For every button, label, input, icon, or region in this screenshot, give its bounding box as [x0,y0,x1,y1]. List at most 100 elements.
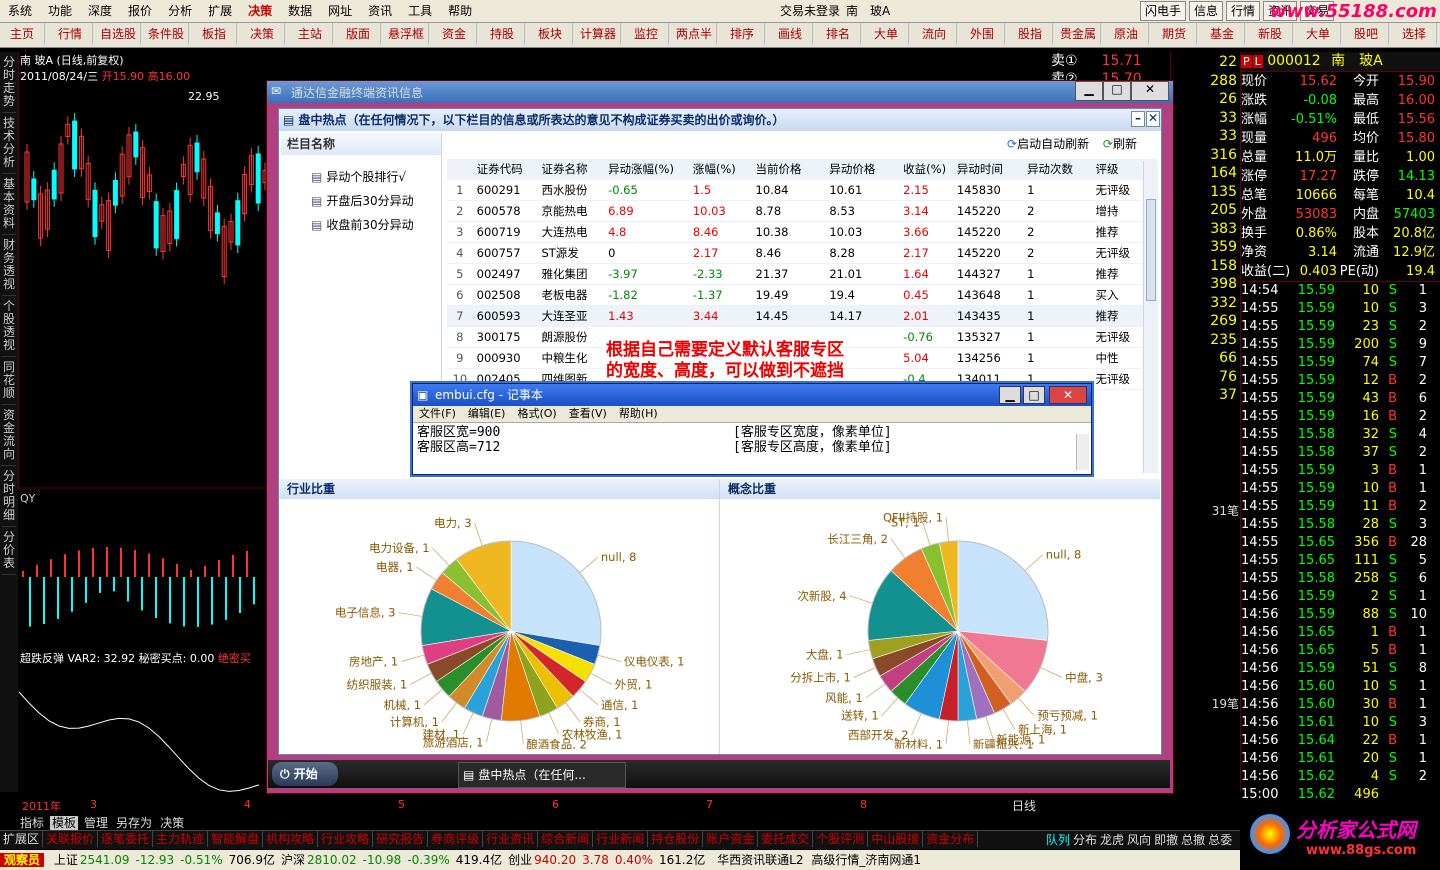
toolbar-item-10[interactable]: 持股 [480,23,525,45]
notepad-minimize-button[interactable]: ▁ [999,386,1021,404]
chart-tab-1[interactable]: 模板 [50,816,79,830]
column-header[interactable]: 异动次数 [1023,159,1092,180]
toolbar-item-26[interactable]: 新股 [1248,23,1293,45]
right-tab-5[interactable]: 总撤 [1181,833,1205,847]
notepad-menu-item-0[interactable]: 文件(F) [419,407,456,420]
toolbar-item-15[interactable]: 排序 [720,23,765,45]
column-header[interactable]: 收益(%) [899,159,953,180]
bottom-tab-1[interactable]: 关联报价 [43,831,99,847]
vertical-tab-0[interactable]: 分时走势 [2,52,16,113]
toolbar-item-22[interactable]: 贵金属 [1056,23,1101,45]
notepad-menu-item-1[interactable]: 编辑(E) [468,407,506,420]
start-button[interactable]: ⏻ 开始 [272,762,338,786]
menu-item-11[interactable]: 帮助 [440,0,480,22]
toolbar-item-0[interactable]: 主页 [0,23,45,45]
column-header[interactable]: 涨幅(%) [688,159,752,180]
chart-tab-4[interactable]: 决策 [158,816,186,830]
index-quote-0[interactable]: 上证 2541.09 -12.93 -0.51% 706.9亿 [54,853,275,867]
bottom-tab-17[interactable]: 资金分布 [923,831,979,847]
toolbar-item-13[interactable]: 监控 [624,23,669,45]
menu-item-2[interactable]: 深度 [80,0,120,22]
menu-item-8[interactable]: 网址 [320,0,360,22]
task-item[interactable]: ▤ 盘中热点（在任何... [458,762,626,788]
table-row[interactable]: 2 600578 京能热电 6.89 10.03 8.78 8.53 3.14 145220 2 增… [447,200,1157,222]
bottom-tab-2[interactable]: 逐笔委托 [98,831,154,847]
notepad-maximize-button[interactable]: □ [1023,386,1045,404]
vertical-tab-2[interactable]: 基本资料 [2,174,16,235]
header-button-1[interactable]: 信息 [1189,1,1224,21]
toolbar-item-5[interactable]: 决策 [240,23,285,45]
toolbar-item-27[interactable]: 大单 [1296,23,1341,45]
vertical-tab-4[interactable]: 个股透视 [2,296,16,357]
toolbar-item-16[interactable]: 画线 [768,23,813,45]
vertical-tab-7[interactable]: 分时明细 [2,466,16,527]
toolbar-item-19[interactable]: 流向 [912,23,957,45]
auto-refresh-button[interactable]: 启动自动刷新 [1017,137,1089,151]
bottom-tab-4[interactable]: 智能解盘 [208,831,264,847]
menu-item-7[interactable]: 数据 [280,0,320,22]
bottom-tab-14[interactable]: 委托成交 [758,831,814,847]
bottom-tab-11[interactable]: 行业新闻 [593,831,649,847]
menu-item-6[interactable]: 决策 [240,0,280,22]
menu-item-0[interactable]: 系统 [0,0,40,22]
menu-item-5[interactable]: 扩展 [200,0,240,22]
refresh-button[interactable]: 刷新 [1113,137,1137,151]
vertical-tab-1[interactable]: 技术分析 [2,113,16,174]
bottom-tab-16[interactable]: 中山股搜 [868,831,924,847]
table-row[interactable]: 6 002508 老板电器 -1.82 -1.37 19.49 19.4 0.45 143648… [447,284,1157,306]
toolbar-item-8[interactable]: 悬浮框 [384,23,429,45]
vertical-tab-8[interactable]: 分价表 [2,527,16,575]
bottom-tab-5[interactable]: 机构攻略 [263,831,319,847]
right-tab-0[interactable]: 队列 [1046,833,1070,847]
panel-minimize-button[interactable]: – [1131,111,1145,127]
toolbar-item-24[interactable]: 期货 [1152,23,1197,45]
toolbar-item-6[interactable]: 主站 [288,23,333,45]
nav-item-0[interactable]: ▤ 异动个股排行√ [311,165,441,189]
vertical-tab-5[interactable]: 同花顺 [2,357,16,405]
column-header[interactable]: 异动价格 [825,159,900,180]
bottom-tab-7[interactable]: 研究报告 [373,831,429,847]
toolbar-item-21[interactable]: 股指 [1008,23,1053,45]
bottom-tab-0[interactable]: 扩展区 [0,831,44,847]
menu-item-1[interactable]: 功能 [40,0,80,22]
column-header[interactable]: 证券代码 [472,159,538,180]
nav-item-2[interactable]: ▤ 收盘前30分异动 [311,213,441,237]
toolbar-item-3[interactable]: 条件股 [144,23,189,45]
notepad-menu-item-2[interactable]: 格式(O) [517,407,556,420]
bottom-tab-3[interactable]: 主力轨迹 [153,831,209,847]
column-header[interactable]: 当前价格 [751,159,826,180]
header-button-2[interactable]: 行情 [1226,1,1261,21]
bottom-tab-9[interactable]: 行业资讯 [483,831,539,847]
column-header[interactable]: 异动涨幅(%) [604,159,689,180]
toolbar-item-20[interactable]: 外围 [960,23,1005,45]
index-quote-2[interactable]: 创业 940.20 3.78 0.40% 161.2亿 [508,853,705,867]
toolbar-item-9[interactable]: 资金 [432,23,477,45]
nav-item-1[interactable]: ▤ 开盘后30分异动 [311,189,441,213]
minimize-button[interactable]: ▁ [1075,81,1103,101]
toolbar-item-12[interactable]: 计算器 [576,23,621,45]
right-tab-1[interactable]: 分布 [1073,833,1097,847]
toolbar-item-4[interactable]: 板指 [192,23,237,45]
header-button-0[interactable]: 闪电手 [1140,1,1187,21]
menu-item-4[interactable]: 分析 [160,0,200,22]
menu-item-10[interactable]: 工具 [400,0,440,22]
bottom-tab-8[interactable]: 券商评级 [428,831,484,847]
bottom-tab-15[interactable]: 个股评测 [813,831,869,847]
vertical-tab-6[interactable]: 资金流向 [2,405,16,466]
toolbar-item-23[interactable]: 原油 [1104,23,1149,45]
table-row[interactable]: 4 600757 ST源发 0 2.17 8.46 8.28 2.17 145220 2 无评级 [447,242,1157,264]
vertical-tab-3[interactable]: 财务透视 [2,235,16,296]
menu-item-3[interactable]: 报价 [120,0,160,22]
toolbar-item-11[interactable]: 板块 [528,23,573,45]
menu-item-9[interactable]: 资讯 [360,0,400,22]
right-tab-3[interactable]: 风向 [1127,833,1151,847]
toolbar-item-28[interactable]: 股吧 [1344,23,1389,45]
notepad-content[interactable]: 客服区宽=900 [客服专区宽度，像素单位] 客服区高=712 [客服专区高度，像素… [413,423,1091,457]
table-row[interactable]: 1 600291 西水股份 -0.65 1.5 10.84 10.61 2.15 145830 1… [447,179,1157,201]
notepad-menu-item-4[interactable]: 帮助(H) [619,407,658,420]
right-tab-6[interactable]: 总委 [1208,833,1232,847]
index-quote-1[interactable]: 沪深 2810.02 -10.98 -0.39% 419.4亿 [281,853,502,867]
bottom-tab-10[interactable]: 综合新闻 [538,831,594,847]
table-scrollbar[interactable] [1143,161,1158,473]
table-row[interactable]: 5 002497 雅化集团 -3.97 -2.33 21.37 21.01 1.64 14432… [447,263,1157,285]
